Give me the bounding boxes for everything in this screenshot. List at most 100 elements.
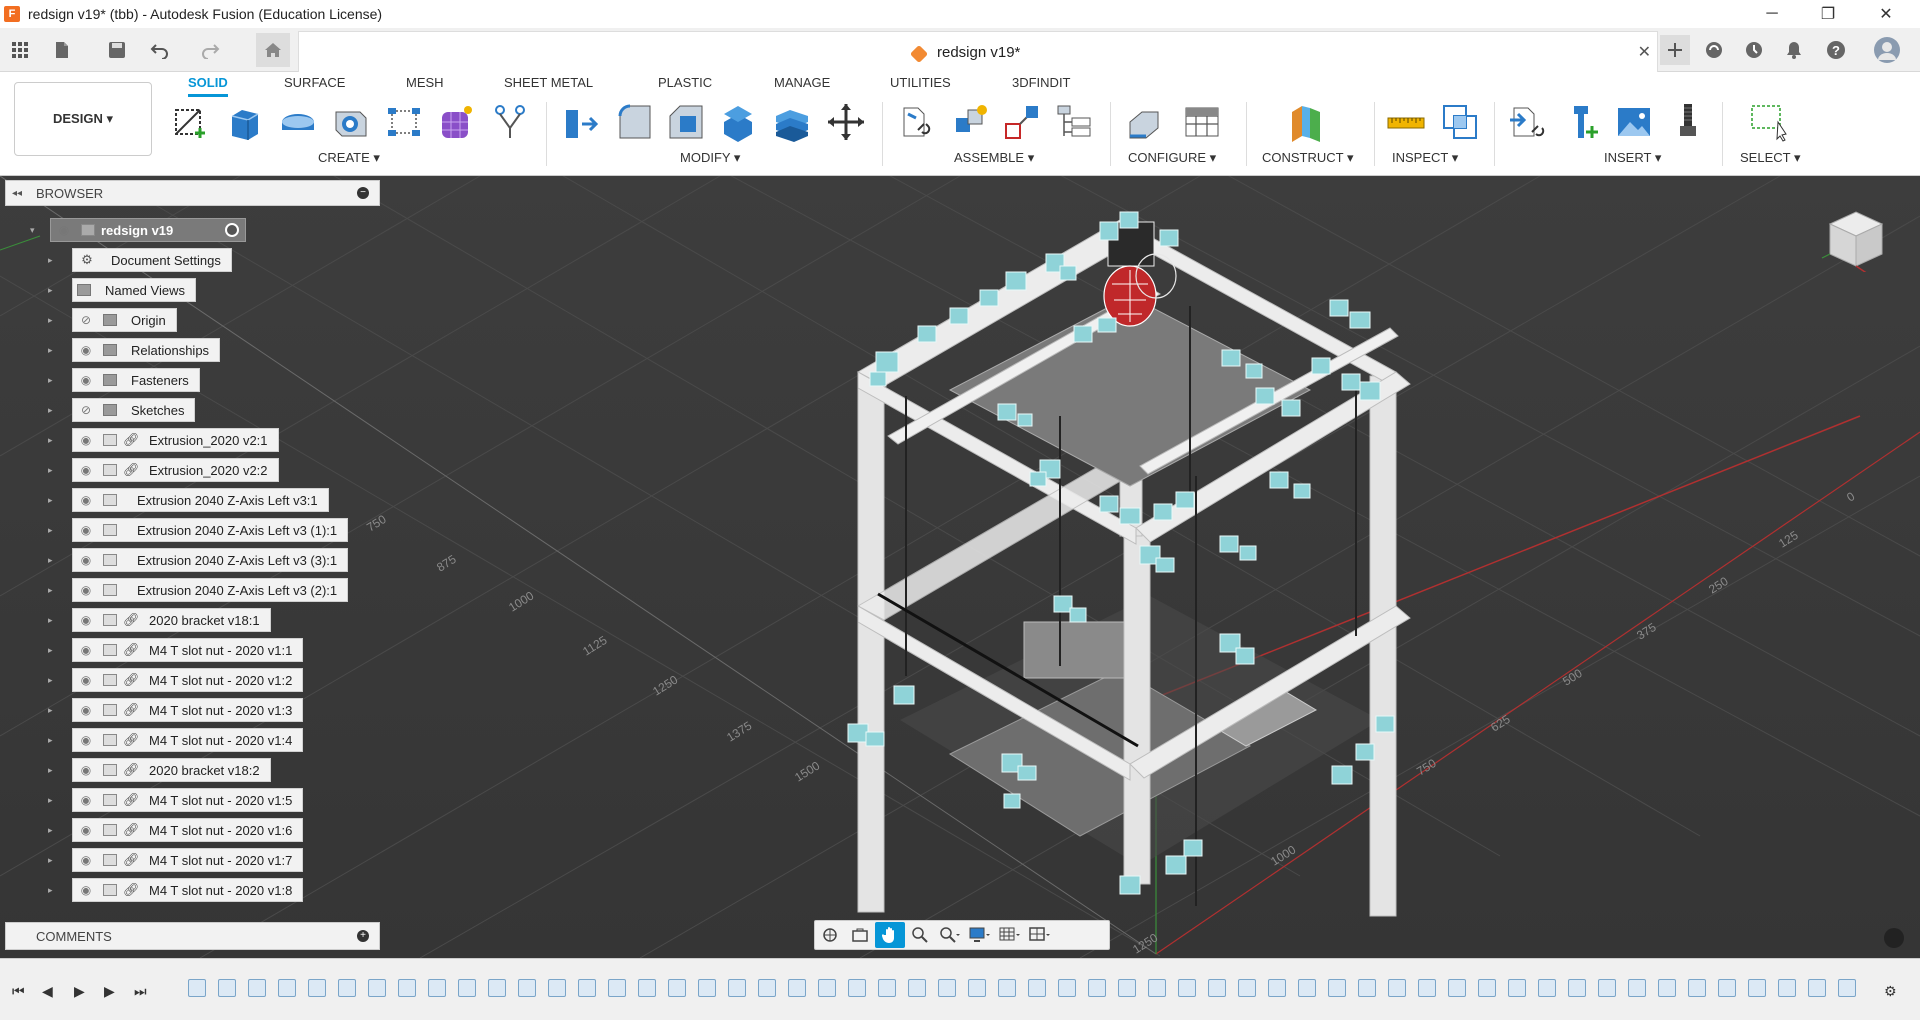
configuration-table-icon[interactable]: [1182, 102, 1222, 142]
cloud-status-icon[interactable]: [1884, 928, 1904, 948]
timeline-feature[interactable]: [1268, 979, 1286, 997]
chamfer-icon[interactable]: [666, 102, 706, 142]
visibility-eye-icon[interactable]: ◉: [73, 493, 99, 507]
visibility-eye-icon[interactable]: ◉: [51, 223, 77, 237]
online-status-icon[interactable]: [1702, 38, 1726, 62]
timeline-feature[interactable]: [248, 979, 266, 997]
activate-radio-icon[interactable]: [225, 223, 239, 237]
timeline-first-icon[interactable]: ⏮: [12, 983, 25, 1000]
timeline-feature[interactable]: [1748, 979, 1766, 997]
timeline-feature[interactable]: [1418, 979, 1436, 997]
grid-settings-icon[interactable]: [995, 922, 1025, 948]
expand-arrow-icon[interactable]: ▸: [48, 285, 58, 296]
job-status-icon[interactable]: [1742, 38, 1766, 62]
browser-item[interactable]: ◉ Extrusion 2040 Z-Axis Left v3:1: [72, 488, 329, 512]
document-tab[interactable]: redsign v19* ✕: [298, 31, 1658, 72]
timeline-feature[interactable]: [518, 979, 536, 997]
expand-arrow-icon[interactable]: ▸: [48, 855, 58, 866]
expand-arrow-icon[interactable]: ▸: [48, 315, 58, 326]
collapse-browser-icon[interactable]: ◂◂: [12, 188, 22, 199]
workspace-switcher-button[interactable]: DESIGN ▾: [14, 82, 152, 156]
tab-plastic[interactable]: PLASTIC: [658, 75, 712, 90]
browser-item[interactable]: ◉ Extrusion 2040 Z-Axis Left v3 (1):1: [72, 518, 349, 542]
timeline-feature[interactable]: [848, 979, 866, 997]
new-component-icon[interactable]: [898, 102, 938, 142]
expand-arrow-icon[interactable]: ▸: [48, 345, 58, 356]
timeline-feature[interactable]: [998, 979, 1016, 997]
visibility-eye-icon[interactable]: ◉: [73, 613, 99, 627]
visibility-eye-icon[interactable]: ◉: [73, 853, 99, 867]
select-box-icon[interactable]: [1750, 102, 1790, 142]
zoom-icon[interactable]: [905, 922, 935, 948]
close-window-button[interactable]: ✕: [1858, 0, 1914, 28]
timeline-feature[interactable]: [1118, 979, 1136, 997]
timeline-feature[interactable]: [1838, 979, 1856, 997]
timeline-feature[interactable]: [1658, 979, 1676, 997]
browser-item[interactable]: ◉ 🔗︎ 2020 bracket v18:1: [72, 608, 271, 632]
timeline-feature[interactable]: [1478, 979, 1496, 997]
expand-arrow-icon[interactable]: ▸: [48, 735, 58, 746]
timeline-feature[interactable]: [908, 979, 926, 997]
derive-icon[interactable]: [490, 102, 530, 142]
visibility-eye-icon[interactable]: ◉: [73, 463, 99, 477]
expand-arrow-icon[interactable]: ▸: [48, 375, 58, 386]
expand-arrow-icon[interactable]: ▸: [48, 465, 58, 476]
browser-item[interactable]: ◉ 🔗︎ M4 T slot nut - 2020 v1:6: [72, 818, 304, 842]
timeline-feature[interactable]: [608, 979, 626, 997]
timeline-feature[interactable]: [1538, 979, 1556, 997]
offset-plane-icon[interactable]: [1286, 102, 1326, 142]
display-settings-icon[interactable]: [965, 922, 995, 948]
visibility-eye-icon[interactable]: ◉: [73, 883, 99, 897]
visibility-eye-icon[interactable]: ◉: [73, 373, 99, 387]
timeline-feature[interactable]: [728, 979, 746, 997]
pan-hand-icon[interactable]: [875, 922, 905, 948]
visibility-eye-icon[interactable]: ◉: [73, 733, 99, 747]
visibility-eye-icon[interactable]: ◉: [73, 553, 99, 567]
browser-item[interactable]: ⚙ Document Settings: [72, 248, 232, 272]
browser-item[interactable]: ⊘ Origin: [72, 308, 177, 332]
combine-icon[interactable]: [772, 102, 812, 142]
insert-bolt-icon[interactable]: [1668, 102, 1708, 142]
move-copy-icon[interactable]: [826, 102, 866, 142]
expand-arrow-icon[interactable]: ▸: [48, 555, 58, 566]
create-form-icon[interactable]: [436, 102, 476, 142]
comments-panel-header[interactable]: COMMENTS +: [5, 922, 380, 950]
timeline-feature[interactable]: [338, 979, 356, 997]
browser-item[interactable]: ◉ 🔗︎ M4 T slot nut - 2020 v1:3: [72, 698, 304, 722]
timeline-feature[interactable]: [1028, 979, 1046, 997]
assemble-menu[interactable]: ASSEMBLE ▾: [954, 150, 1034, 166]
timeline-feature[interactable]: [1508, 979, 1526, 997]
browser-panel-header[interactable]: ◂◂ BROWSER −: [5, 180, 380, 206]
expand-arrow-icon[interactable]: ▸: [48, 255, 58, 266]
tab-surface[interactable]: SURFACE: [284, 75, 345, 90]
minimize-button[interactable]: ─: [1744, 0, 1800, 28]
tab-mesh[interactable]: MESH: [406, 75, 444, 90]
configure-menu[interactable]: CONFIGURE ▾: [1128, 150, 1216, 166]
restore-button[interactable]: ❐: [1800, 0, 1856, 28]
browser-item[interactable]: ◉ 🔗︎ Extrusion_2020 v2:2: [72, 458, 279, 482]
help-icon[interactable]: ?: [1824, 38, 1848, 62]
interference-icon[interactable]: [1440, 102, 1480, 142]
joint-icon[interactable]: [950, 102, 990, 142]
fillet-icon[interactable]: [614, 102, 654, 142]
browser-item[interactable]: ◉ Relationships: [72, 338, 221, 362]
browser-item[interactable]: Named Views: [72, 278, 196, 302]
as-built-joint-icon[interactable]: [1002, 102, 1042, 142]
timeline-feature[interactable]: [818, 979, 836, 997]
timeline-feature[interactable]: [1328, 979, 1346, 997]
undo-icon[interactable]: [148, 38, 172, 62]
visibility-eye-icon[interactable]: ◉: [73, 673, 99, 687]
save-icon[interactable]: [105, 38, 129, 62]
timeline-feature[interactable]: [218, 979, 236, 997]
timeline-feature[interactable]: [1298, 979, 1316, 997]
timeline-feature[interactable]: [1178, 979, 1196, 997]
timeline-last-icon[interactable]: ⏭: [134, 983, 147, 1000]
expand-arrow-icon[interactable]: ▸: [48, 405, 58, 416]
timeline-previous-icon[interactable]: ◀: [42, 983, 53, 1000]
expand-arrow-icon[interactable]: ▸: [48, 765, 58, 776]
redo-icon[interactable]: [198, 38, 222, 62]
extrude-icon[interactable]: [224, 102, 264, 142]
add-comment-icon[interactable]: +: [357, 930, 369, 942]
hidden-eye-icon[interactable]: ⊘: [73, 313, 99, 327]
close-tab-icon[interactable]: ✕: [1638, 42, 1651, 62]
